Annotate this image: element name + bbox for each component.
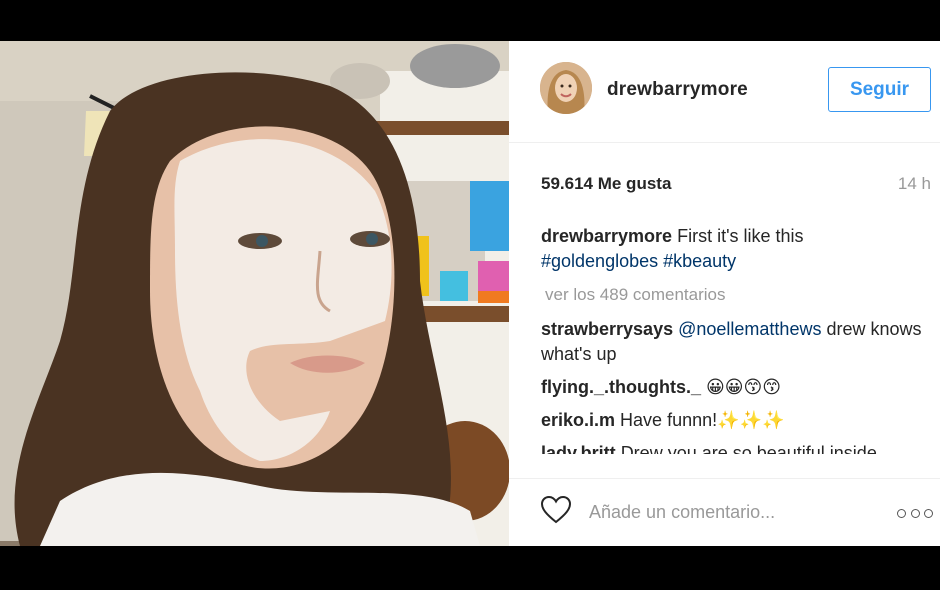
comment-username[interactable]: lady.britt	[541, 443, 616, 454]
follow-button[interactable]: Seguir	[828, 67, 931, 112]
comment-username[interactable]: eriko.i.m	[541, 410, 615, 430]
comment-item: lady.britt Drew you are so beautiful ins…	[541, 441, 931, 454]
comment-input[interactable]	[589, 498, 819, 526]
comment-username[interactable]: flying._.thoughts._	[541, 377, 701, 397]
post-footer	[509, 478, 940, 546]
comments-list[interactable]: drewbarrymore First it's like this #gold…	[541, 224, 931, 454]
comment-mention[interactable]: @noellematthews	[678, 319, 821, 339]
selfie-image	[0, 41, 509, 546]
avatar-image	[540, 62, 592, 114]
hashtag-goldenglobes[interactable]: #goldenglobes	[541, 251, 658, 271]
hashtag-kbeauty[interactable]: #kbeauty	[663, 251, 736, 271]
caption: drewbarrymore First it's like this #gold…	[541, 224, 931, 274]
comment-text: Drew you are so beautiful inside	[620, 443, 877, 454]
comment-username[interactable]: strawberrysays	[541, 319, 673, 339]
likes-count[interactable]: 59.614 Me gusta	[541, 174, 671, 194]
dot-icon	[910, 508, 920, 518]
caption-username[interactable]: drewbarrymore	[541, 226, 672, 246]
more-options-icon[interactable]	[897, 506, 933, 520]
comment-item: strawberrysays @noellematthews drew know…	[541, 317, 931, 367]
post-username[interactable]: drewbarrymore	[607, 79, 748, 101]
post-time[interactable]: 14 h	[898, 174, 931, 194]
comment-item: eriko.i.m Have funnn!✨✨✨	[541, 408, 931, 433]
profile-avatar[interactable]	[540, 62, 592, 114]
comment-text: 😀😀😙😙	[706, 377, 782, 397]
dot-icon	[897, 508, 906, 518]
view-more-comments[interactable]: ver los 489 comentarios	[545, 282, 931, 307]
comment-text: Have funnn!✨✨✨	[620, 410, 785, 430]
post-photo[interactable]	[0, 41, 509, 546]
post-details-panel: drewbarrymore Seguir 59.614 Me gusta 14 …	[509, 41, 940, 546]
post-modal: drewbarrymore Seguir 59.614 Me gusta 14 …	[0, 41, 940, 546]
comment-item: flying._.thoughts._ 😀😀😙😙	[541, 375, 931, 400]
dot-icon	[924, 508, 933, 518]
post-header: drewbarrymore Seguir	[509, 41, 940, 143]
likes-row: 59.614 Me gusta 14 h	[541, 174, 931, 198]
heart-icon[interactable]	[540, 494, 572, 526]
caption-text: First it's like this	[677, 226, 804, 246]
